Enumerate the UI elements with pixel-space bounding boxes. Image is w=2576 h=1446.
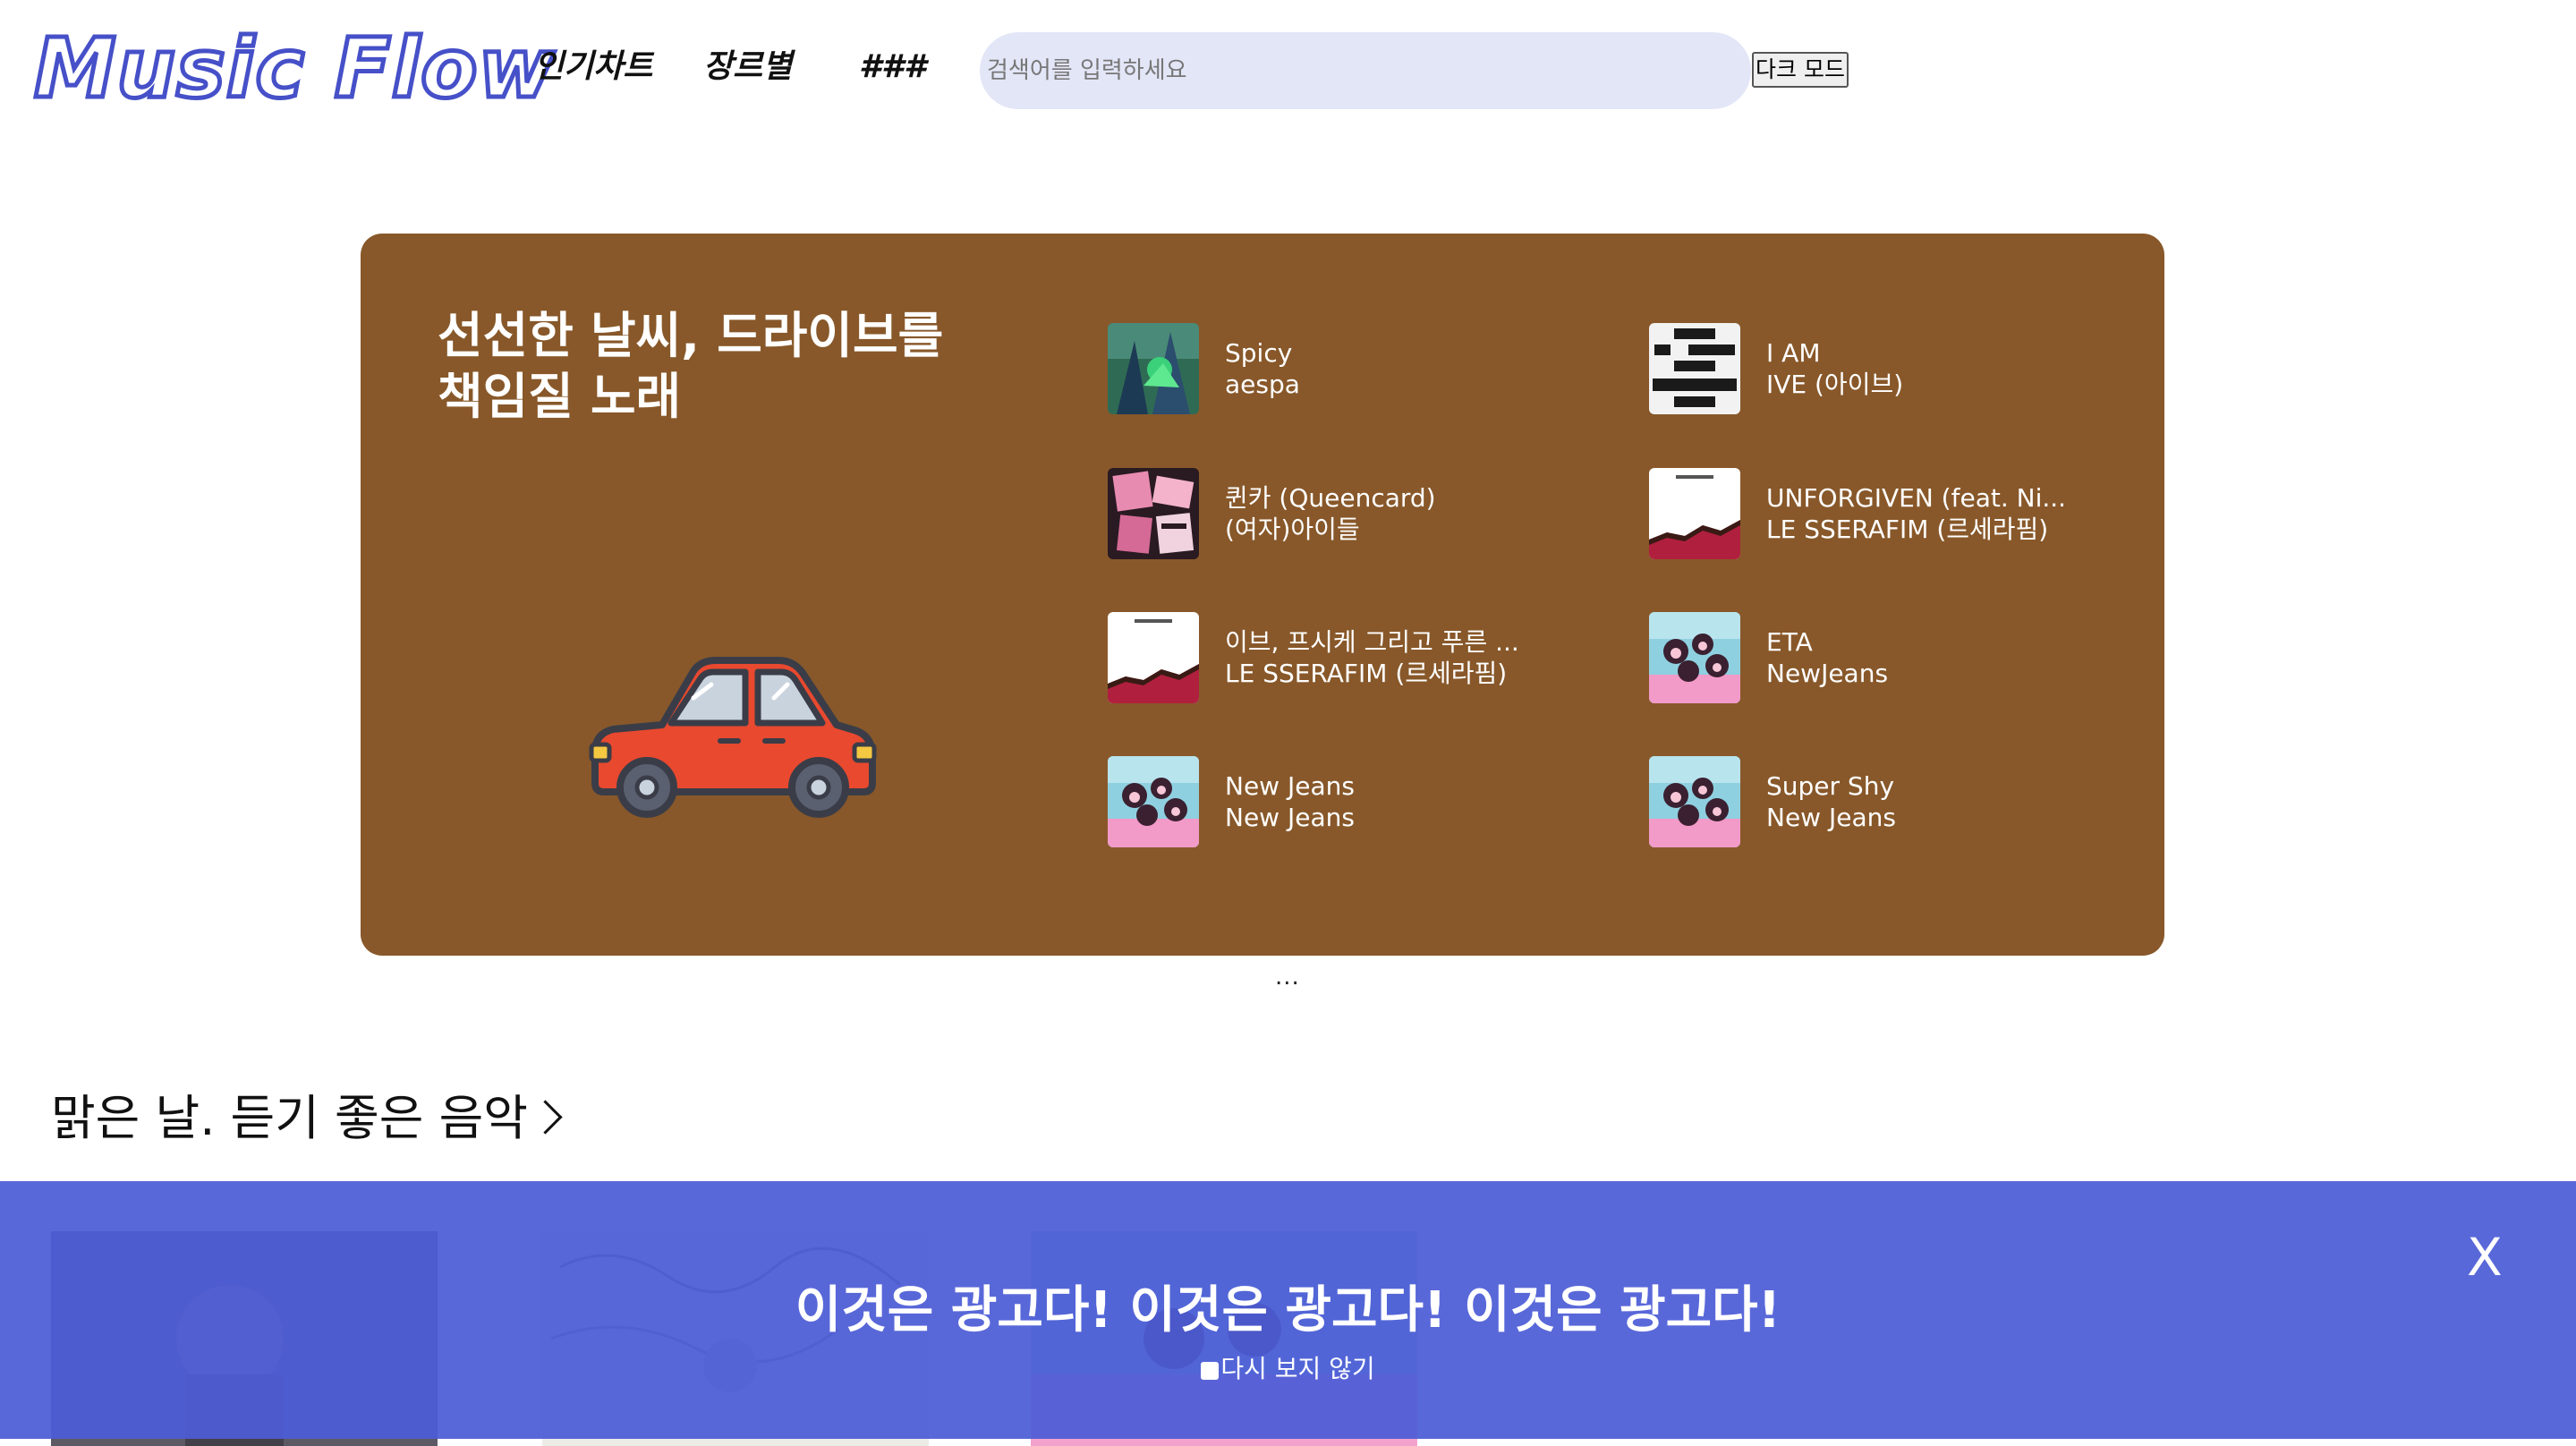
song-item[interactable]: 이브, 프시케 그리고 푸른 ... LE SSERAFIM (르세라핌) — [1108, 612, 1573, 703]
header: Music Flow 인기차트 장르별 ### 다크 모드 — [0, 0, 2576, 140]
dont-show-again[interactable]: 다시 보지 않기 — [0, 1353, 2576, 1385]
song-item[interactable]: New Jeans New Jeans — [1108, 756, 1573, 847]
ad-text: 이것은 광고다! 이것은 광고다! 이것은 광고다! — [795, 1281, 1781, 1340]
song-title: UNFORGIVEN (feat. Ni... — [1766, 483, 2067, 513]
song-artist: (여자)아이들 — [1225, 515, 1360, 544]
song-title: I AM — [1766, 338, 1821, 368]
dont-show-checkbox[interactable] — [1201, 1362, 1220, 1380]
search-input[interactable] — [980, 32, 1751, 109]
song-title: Spicy — [1225, 338, 1293, 368]
dont-show-label: 다시 보지 않기 — [1220, 1354, 1375, 1383]
song-item[interactable]: 퀸카 (Queencard) (여자)아이들 — [1108, 468, 1573, 559]
song-artist: New Jeans — [1225, 803, 1355, 832]
album-cover-image — [1108, 323, 1199, 414]
close-ad-button[interactable]: X — [2467, 1226, 2503, 1289]
chevron-right-icon — [528, 1100, 563, 1135]
ad-banner: 이것은 광고다! 이것은 광고다! 이것은 광고다! 다시 보지 않기 X — [0, 1181, 2576, 1439]
album-cover-image — [1108, 756, 1199, 847]
song-title: Super Shy — [1766, 771, 1895, 801]
section-title[interactable]: 맑은 날. 듣기 좋은 음악 — [51, 1083, 563, 1154]
song-item[interactable]: I AM IVE (아이브) — [1649, 323, 2114, 414]
drive-playlist-banner: 선선한 날씨, 드라이브를 책임질 노래 Spicy aespa I AM IV… — [361, 234, 2164, 956]
song-item[interactable]: Super Shy New Jeans — [1649, 756, 2114, 847]
car-icon — [589, 657, 877, 818]
song-item[interactable]: UNFORGIVEN (feat. Ni... LE SSERAFIM (르세라… — [1649, 468, 2114, 559]
song-artist: New Jeans — [1766, 803, 1896, 832]
album-cover-image — [1649, 612, 1740, 703]
song-artist: LE SSERAFIM (르세라핌) — [1766, 515, 2049, 544]
song-artist: NewJeans — [1766, 659, 1889, 688]
album-cover-image — [1649, 323, 1740, 414]
song-artist: IVE (아이브) — [1766, 370, 1904, 399]
song-item[interactable]: Spicy aespa — [1108, 323, 1573, 414]
nav-popular-chart[interactable]: 인기차트 — [534, 45, 652, 89]
album-cover-image — [1649, 756, 1740, 847]
song-artist: LE SSERAFIM (르세라핌) — [1225, 659, 1508, 688]
album-cover-image — [1108, 468, 1199, 559]
logo[interactable]: Music Flow — [31, 19, 556, 119]
nav-genre[interactable]: 장르별 — [703, 45, 792, 89]
album-cover-image — [1649, 468, 1740, 559]
album-cover-image — [1108, 612, 1199, 703]
song-title: 이브, 프시케 그리고 푸른 ... — [1225, 627, 1519, 657]
banner-title: 선선한 날씨, 드라이브를 책임질 노래 — [438, 307, 944, 425]
carousel-pager[interactable]: ... — [1275, 964, 1300, 991]
nav-extra[interactable]: ### — [859, 45, 926, 89]
song-title: ETA — [1766, 627, 1813, 657]
song-artist: aespa — [1225, 370, 1300, 399]
dark-mode-button[interactable]: 다크 모드 — [1752, 52, 1849, 88]
song-item[interactable]: ETA NewJeans — [1649, 612, 2114, 703]
section-title-text: 맑은 날. 듣기 좋은 음악 — [51, 1090, 528, 1146]
song-title: 퀸카 (Queencard) — [1225, 483, 1436, 513]
song-title: New Jeans — [1225, 771, 1355, 801]
